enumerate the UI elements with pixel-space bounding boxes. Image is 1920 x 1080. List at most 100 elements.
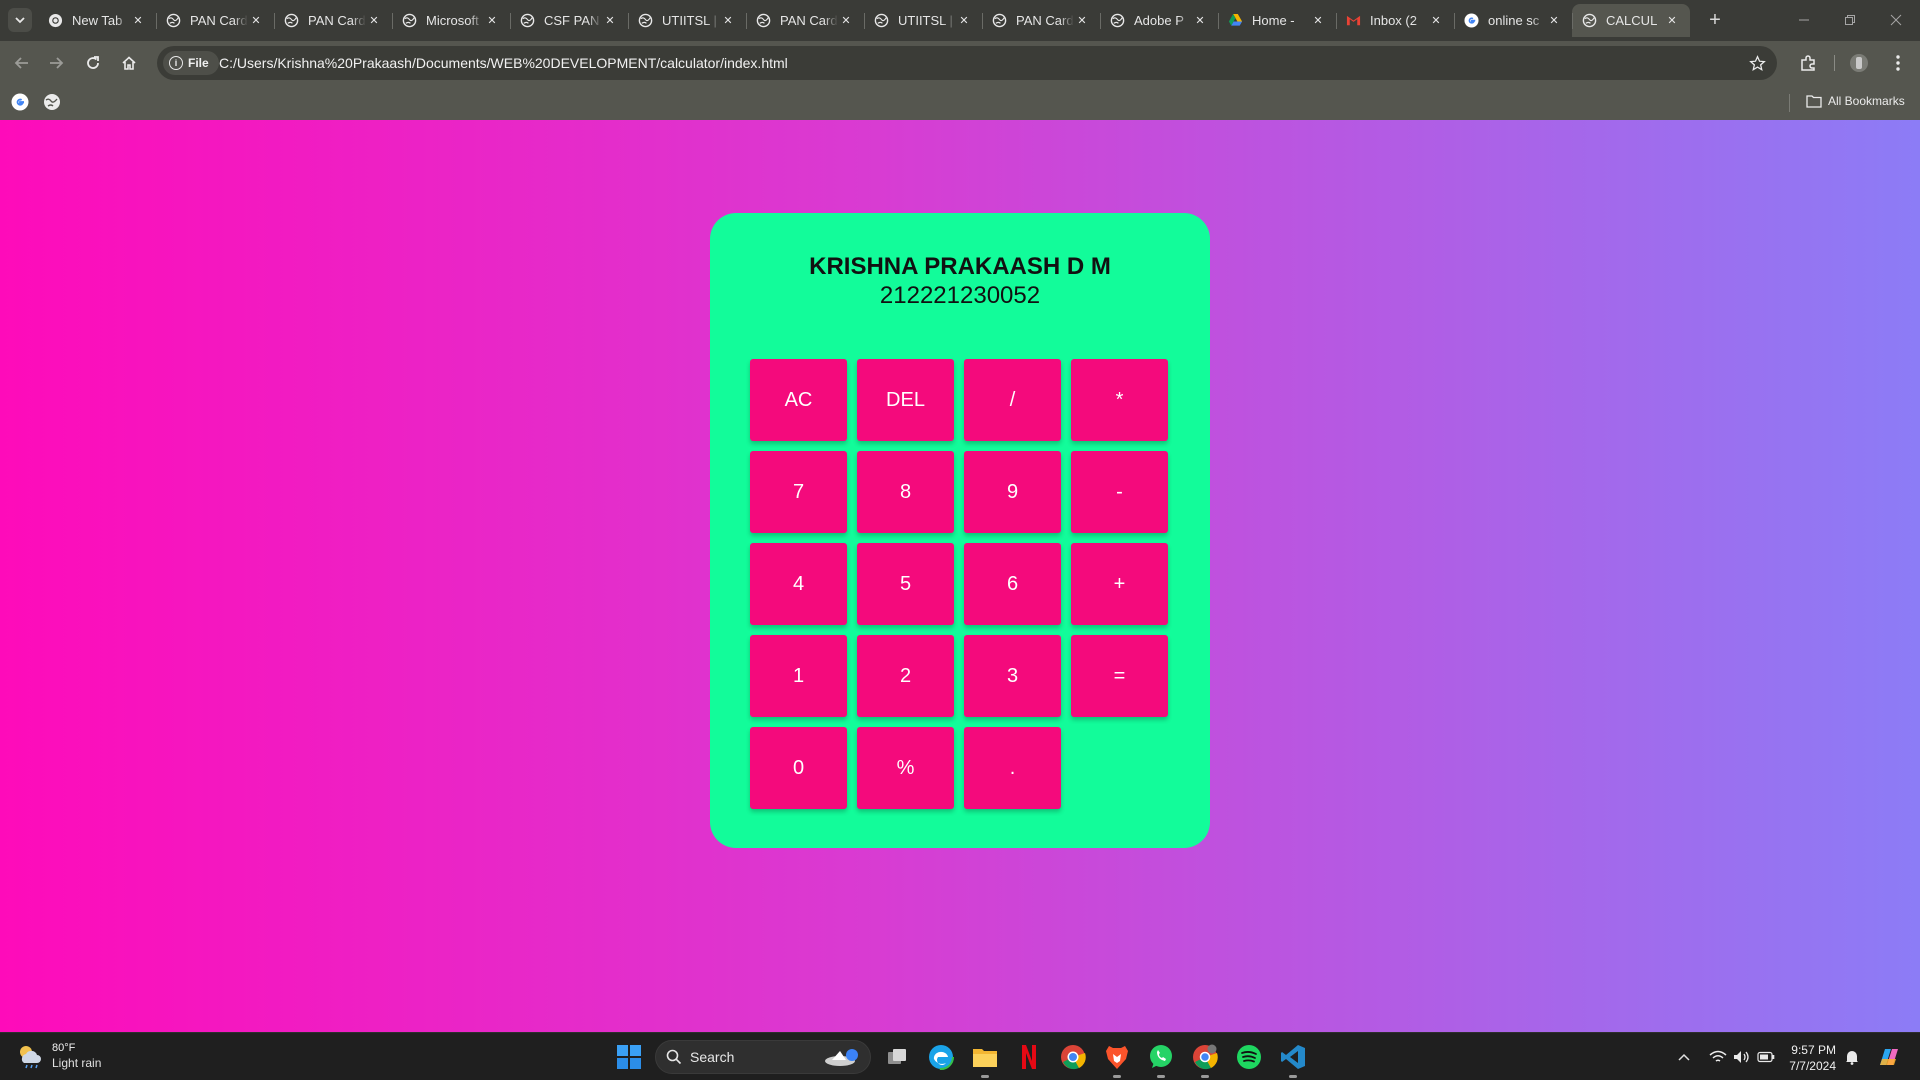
chrome-icon <box>48 13 63 28</box>
all-bookmarks-button[interactable]: All Bookmarks <box>1806 94 1905 108</box>
forward-button[interactable] <box>42 49 70 77</box>
tab[interactable]: PAN Card ✕ <box>274 4 392 37</box>
taskbar-clock[interactable]: 9:57 PM 7/7/2024 <box>1776 1042 1836 1074</box>
url-text[interactable]: C:/Users/Krishna%20Prakaash/Documents/WE… <box>219 55 788 71</box>
close-tab-icon[interactable]: ✕ <box>248 12 264 28</box>
home-button[interactable] <box>115 49 143 77</box>
close-window-button[interactable] <box>1876 4 1916 36</box>
tab-strip: New Tab ✕ PAN Card ✕ PAN Card ✕ Microsoft ✕ CSF … <box>0 0 1920 41</box>
tab[interactable]: PAN Card ✕ <box>982 4 1100 37</box>
wifi-icon <box>1709 1050 1727 1062</box>
key-9[interactable]: 5 <box>857 543 954 625</box>
key-18[interactable]: . <box>964 727 1061 809</box>
close-tab-icon[interactable]: ✕ <box>720 12 736 28</box>
tab[interactable]: UTIITSL | ✕ <box>628 4 746 37</box>
reload-button[interactable] <box>79 49 107 77</box>
globe-icon[interactable] <box>43 93 61 111</box>
globe-icon <box>874 13 889 28</box>
key-5[interactable]: 8 <box>857 451 954 533</box>
close-tab-icon[interactable]: ✕ <box>1664 12 1680 28</box>
tab[interactable]: PAN Card ✕ <box>156 4 274 37</box>
tab[interactable]: New Tab ✕ <box>38 4 156 37</box>
new-tab-button[interactable]: + <box>1703 8 1727 32</box>
info-icon: i <box>169 56 183 70</box>
quick-settings-button[interactable] <box>1704 1042 1780 1072</box>
key-1[interactable]: DEL <box>857 359 954 441</box>
brave-icon[interactable] <box>1102 1042 1132 1078</box>
key-10[interactable]: 6 <box>964 543 1061 625</box>
close-tab-icon[interactable]: ✕ <box>366 12 382 28</box>
back-button[interactable] <box>8 49 36 77</box>
close-tab-icon[interactable]: ✕ <box>130 12 146 28</box>
minimize-button[interactable] <box>1784 4 1824 36</box>
close-tab-icon[interactable]: ✕ <box>956 12 972 28</box>
tab[interactable]: Adobe P ✕ <box>1100 4 1218 37</box>
task-view-icon[interactable] <box>882 1042 912 1072</box>
weather-condition: Light rain <box>52 1056 102 1070</box>
close-tab-icon[interactable]: ✕ <box>1428 12 1444 28</box>
tab[interactable]: Microsoft ✕ <box>392 4 510 37</box>
netflix-icon[interactable] <box>1014 1042 1044 1072</box>
bookmark-star-button[interactable] <box>1745 51 1769 75</box>
key-17[interactable]: % <box>857 727 954 809</box>
key-15[interactable]: = <box>1071 635 1168 717</box>
notifications-button[interactable] <box>1838 1042 1866 1072</box>
tab-search-button[interactable] <box>8 8 32 32</box>
spotify-icon[interactable] <box>1234 1042 1264 1072</box>
key-13[interactable]: 2 <box>857 635 954 717</box>
restore-button[interactable] <box>1830 4 1870 36</box>
file-explorer-icon[interactable] <box>970 1042 1000 1078</box>
close-tab-icon[interactable]: ✕ <box>602 12 618 28</box>
star-icon <box>1748 54 1766 71</box>
key-16[interactable]: 0 <box>750 727 847 809</box>
extensions-button[interactable] <box>1794 49 1822 77</box>
running-indicator <box>1201 1075 1209 1078</box>
owner-id: 212221230052 <box>879 282 1041 309</box>
tab-active[interactable]: CALCUL ✕ <box>1572 4 1690 37</box>
close-tab-icon[interactable]: ✕ <box>1074 12 1090 28</box>
start-button[interactable] <box>617 1045 641 1069</box>
close-tab-icon[interactable]: ✕ <box>1546 12 1562 28</box>
key-2[interactable]: / <box>964 359 1061 441</box>
close-tab-icon[interactable]: ✕ <box>1192 12 1208 28</box>
close-tab-icon[interactable]: ✕ <box>484 12 500 28</box>
vscode-icon[interactable] <box>1278 1042 1308 1078</box>
profile-button[interactable] <box>1845 49 1873 77</box>
site-info-chip[interactable]: i File <box>163 51 219 75</box>
google-icon[interactable] <box>11 93 29 111</box>
tab[interactable]: online sc ✕ <box>1454 4 1572 37</box>
close-tab-icon[interactable]: ✕ <box>1310 12 1326 28</box>
tab[interactable]: Home - ✕ <box>1218 4 1336 37</box>
key-7[interactable]: - <box>1071 451 1168 533</box>
globe-icon <box>402 13 417 28</box>
key-14[interactable]: 3 <box>964 635 1061 717</box>
puzzle-icon <box>1801 55 1815 71</box>
key-3[interactable]: * <box>1071 359 1168 441</box>
key-6[interactable]: 9 <box>964 451 1061 533</box>
tab-title: UTIITSL | <box>898 13 953 28</box>
close-tab-icon[interactable]: ✕ <box>838 12 854 28</box>
taskbar-search[interactable]: Search <box>655 1040 871 1074</box>
tab-title: Adobe P <box>1134 13 1184 28</box>
tab[interactable]: CSF PAN ✕ <box>510 4 628 37</box>
key-0[interactable]: AC <box>750 359 847 441</box>
weather-widget[interactable]: 80°F Light rain <box>16 1041 101 1071</box>
owner-name: KRISHNA PRAKAASH D M <box>809 253 1111 280</box>
browser-menu-button[interactable] <box>1884 49 1912 77</box>
show-hidden-icons-button[interactable] <box>1669 1042 1699 1072</box>
tab[interactable]: UTIITSL | ✕ <box>864 4 982 37</box>
address-bar[interactable]: i File C:/Users/Krishna%20Prakaash/Docum… <box>157 46 1777 80</box>
tab[interactable]: PAN Card ✕ <box>746 4 864 37</box>
tab[interactable]: Inbox (2 ✕ <box>1336 4 1454 37</box>
whatsapp-icon[interactable] <box>1146 1042 1176 1078</box>
home-icon <box>122 56 136 70</box>
key-12[interactable]: 1 <box>750 635 847 717</box>
copilot-icon[interactable] <box>1873 1042 1905 1072</box>
key-4[interactable]: 7 <box>750 451 847 533</box>
chrome-icon[interactable] <box>1058 1042 1088 1072</box>
edge-icon[interactable] <box>926 1042 956 1072</box>
minimize-icon <box>1799 19 1809 21</box>
key-11[interactable]: + <box>1071 543 1168 625</box>
key-8[interactable]: 4 <box>750 543 847 625</box>
chrome-profile-icon[interactable] <box>1190 1042 1220 1078</box>
